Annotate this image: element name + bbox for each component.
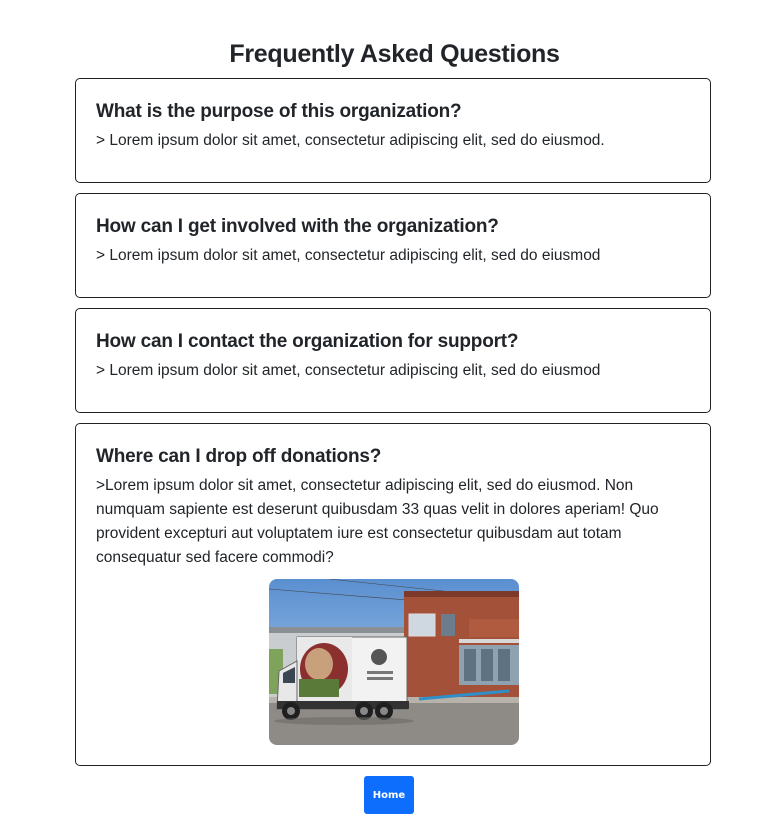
faq-answer: > Lorem ipsum dolor sit amet, consectetu…: [96, 247, 601, 264]
faq-card: How can I get involved with the organiza…: [75, 193, 711, 298]
faq-answer: >Lorem ipsum dolor sit amet, consectetur…: [96, 477, 659, 566]
faq-card: What is the purpose of this organization…: [75, 78, 711, 183]
faq-question: How can I contact the organization for s…: [96, 331, 519, 352]
home-button[interactable]: Home: [364, 776, 414, 814]
page-title: Frequently Asked Questions: [229, 40, 560, 68]
donation-center-photo: [269, 579, 519, 745]
faq-card: How can I contact the organization for s…: [75, 308, 711, 413]
faq-question: How can I get involved with the organiza…: [96, 216, 499, 237]
faq-question: What is the purpose of this organization…: [96, 101, 462, 122]
faq-answer: > Lorem ipsum dolor sit amet, consectetu…: [96, 362, 601, 379]
faq-answer: > Lorem ipsum dolor sit amet, consectetu…: [96, 132, 605, 149]
faq-card: Where can I drop off donations? >Lorem i…: [75, 423, 711, 766]
faq-question: Where can I drop off donations?: [96, 446, 382, 467]
